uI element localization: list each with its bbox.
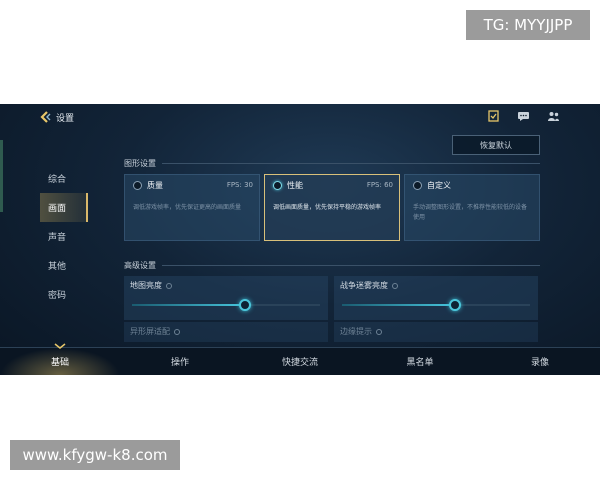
option-title: 质量 [147,181,163,190]
tab-quick-chat[interactable]: 快捷交流 [240,348,360,375]
graphics-section-divider [162,163,540,164]
option-description: 手动调整图形设置，不推荐性能较低的设备使用 [413,204,528,221]
setting-edge-hint[interactable]: 边缘提示 [334,322,538,342]
left-edge-indicator [0,140,3,212]
top-bar: 设置 [0,104,600,130]
slider-track[interactable] [342,299,530,311]
game-settings-screen: 设置 恢复默认 综合 画面 声音 其他 密码 图形设置 质量 FPS: 30 调… [0,104,600,375]
option-header: 自定义 [413,180,451,191]
option-header: 质量 [133,180,163,191]
slider-label: 战争迷雾亮度 [340,281,388,290]
option-header: 性能 [273,180,303,191]
option-title: 自定义 [427,181,451,190]
option-description: 调低游戏帧率，优先保证更高的画面质量 [133,204,242,211]
info-icon[interactable] [392,282,398,289]
option-title: 性能 [287,181,303,190]
info-icon[interactable] [174,328,180,335]
advanced-section-divider [162,265,540,266]
reset-default-button[interactable]: 恢复默认 [452,135,540,155]
setting-label: 边缘提示 [340,327,372,336]
slider-label-row: 战争迷雾亮度 [340,280,398,291]
setting-label-row: 异形屏适配 [130,326,180,337]
graphics-option-quality[interactable]: 质量 FPS: 30 调低游戏帧率，优先保证更高的画面质量 [124,174,260,241]
info-icon[interactable] [166,282,172,289]
slider-track[interactable] [132,299,320,311]
back-arrow-icon [38,110,52,124]
task-icon[interactable] [486,110,500,122]
graphics-option-performance[interactable]: 性能 FPS: 60 调低画面质量，优先保持平稳的游戏帧率 [264,174,400,241]
tab-basic[interactable]: 基础 [0,343,120,375]
tg-label: TG: MYYJJPP [466,10,590,40]
graphics-section-title: 图形设置 [124,159,156,168]
radio-selected-icon [273,181,282,190]
back-button[interactable]: 设置 [38,110,74,124]
advanced-section-title: 高级设置 [124,261,156,270]
tab-controls[interactable]: 操作 [120,348,240,375]
friends-icon[interactable] [546,110,560,122]
slider-fog-brightness: 战争迷雾亮度 [334,276,538,320]
radio-icon [413,181,422,190]
graphics-option-custom[interactable]: 自定义 手动调整图形设置，不推荐性能较低的设备使用 [404,174,540,241]
slider-label: 地图亮度 [130,281,162,290]
slider-map-brightness: 地图亮度 [124,276,328,320]
slider-knob[interactable] [238,299,251,311]
setting-label: 异形屏适配 [130,327,170,336]
setting-notch-adapt[interactable]: 异形屏适配 [124,322,328,342]
option-description: 调低画面质量，优先保持平稳的游戏帧率 [273,204,382,211]
tab-label: 操作 [170,358,189,368]
info-icon[interactable] [376,328,382,335]
setting-label-row: 边缘提示 [340,326,382,337]
sidebar: 综合 画面 声音 其他 密码 [40,164,88,309]
slider-label-row: 地图亮度 [130,280,172,291]
tab-blacklist[interactable]: 黑名单 [360,348,480,375]
chevron-down-icon [54,342,66,352]
watermark: www.kfygw-k8.com [10,440,180,470]
slider-knob[interactable] [448,299,461,311]
tab-replay[interactable]: 录像 [480,348,600,375]
bottom-tab-bar: 基础 操作 快捷交流 黑名单 录像 [0,343,600,375]
tab-label: 基础 [50,358,69,368]
option-fps: FPS: 60 [366,181,393,189]
top-icons [486,110,560,122]
sidebar-item-display[interactable]: 画面 [40,193,88,222]
radio-icon [133,181,142,190]
option-fps: FPS: 30 [226,181,253,189]
tab-label: 快捷交流 [281,358,318,368]
page-title: 设置 [56,113,75,124]
sidebar-item-sound[interactable]: 声音 [40,222,88,251]
sidebar-item-other[interactable]: 其他 [40,251,88,280]
slider-fill [132,304,245,306]
tab-label: 录像 [530,358,549,368]
sidebar-item-general[interactable]: 综合 [40,164,88,193]
chat-icon[interactable] [516,110,530,122]
tab-label: 黑名单 [406,358,434,368]
slider-fill [342,304,455,306]
sidebar-item-password[interactable]: 密码 [40,280,88,309]
